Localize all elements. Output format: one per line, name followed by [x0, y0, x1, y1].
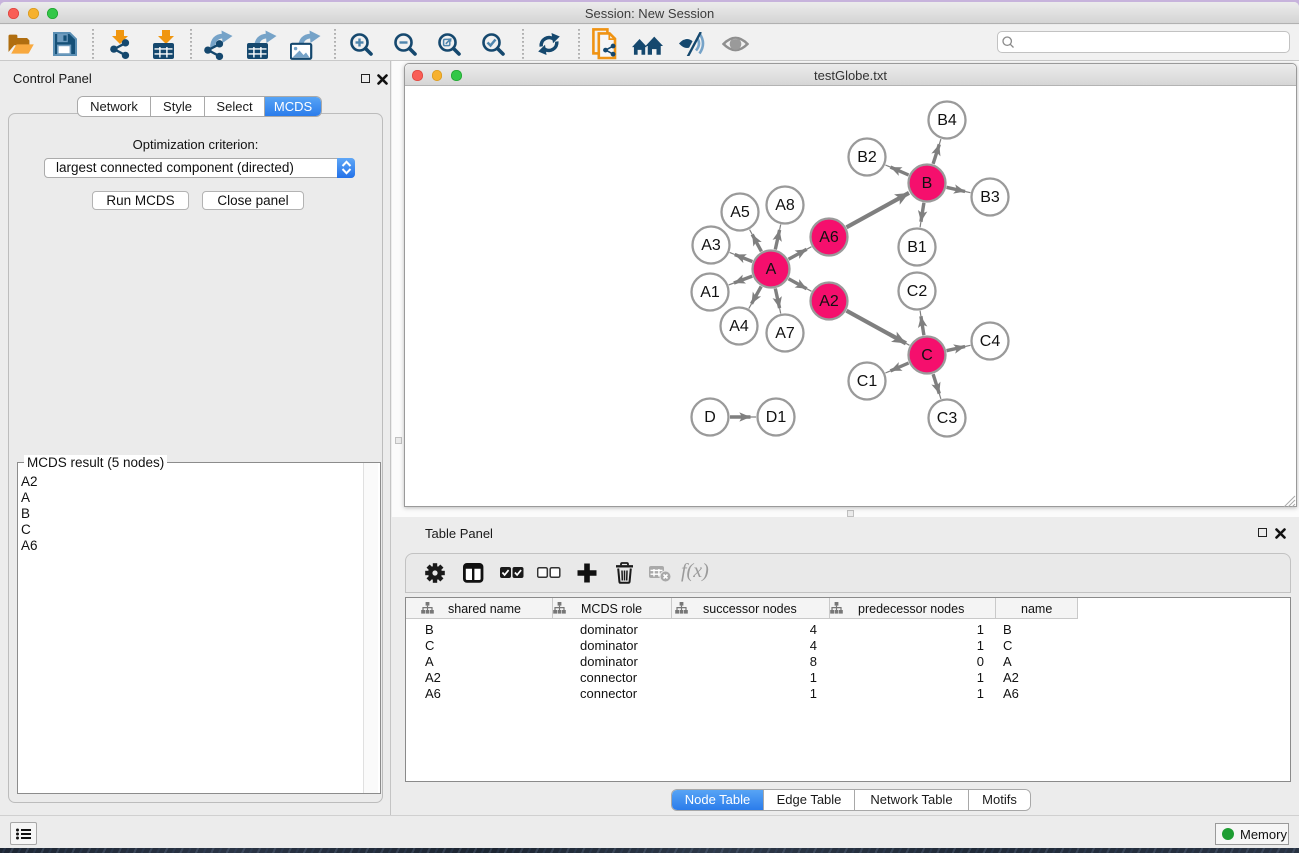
svg-text:B3: B3 — [980, 189, 1000, 206]
svg-text:A4: A4 — [729, 318, 749, 335]
svg-text:A7: A7 — [775, 325, 795, 342]
svg-text:B4: B4 — [937, 112, 957, 129]
svg-text:A8: A8 — [775, 197, 795, 214]
svg-text:A1: A1 — [700, 284, 720, 301]
svg-text:B1: B1 — [907, 239, 927, 256]
svg-text:D1: D1 — [766, 409, 787, 426]
svg-text:B2: B2 — [857, 149, 877, 166]
svg-text:A3: A3 — [701, 237, 721, 254]
svg-text:A: A — [766, 261, 777, 278]
svg-text:A2: A2 — [819, 293, 839, 310]
svg-text:A6: A6 — [819, 229, 839, 246]
svg-text:C2: C2 — [907, 283, 928, 300]
svg-text:C3: C3 — [937, 410, 958, 427]
svg-text:D: D — [704, 409, 716, 426]
svg-text:B: B — [922, 175, 933, 192]
svg-text:C4: C4 — [980, 333, 1001, 350]
svg-text:A5: A5 — [730, 204, 750, 221]
svg-text:C1: C1 — [857, 373, 878, 390]
svg-text:C: C — [921, 347, 933, 364]
